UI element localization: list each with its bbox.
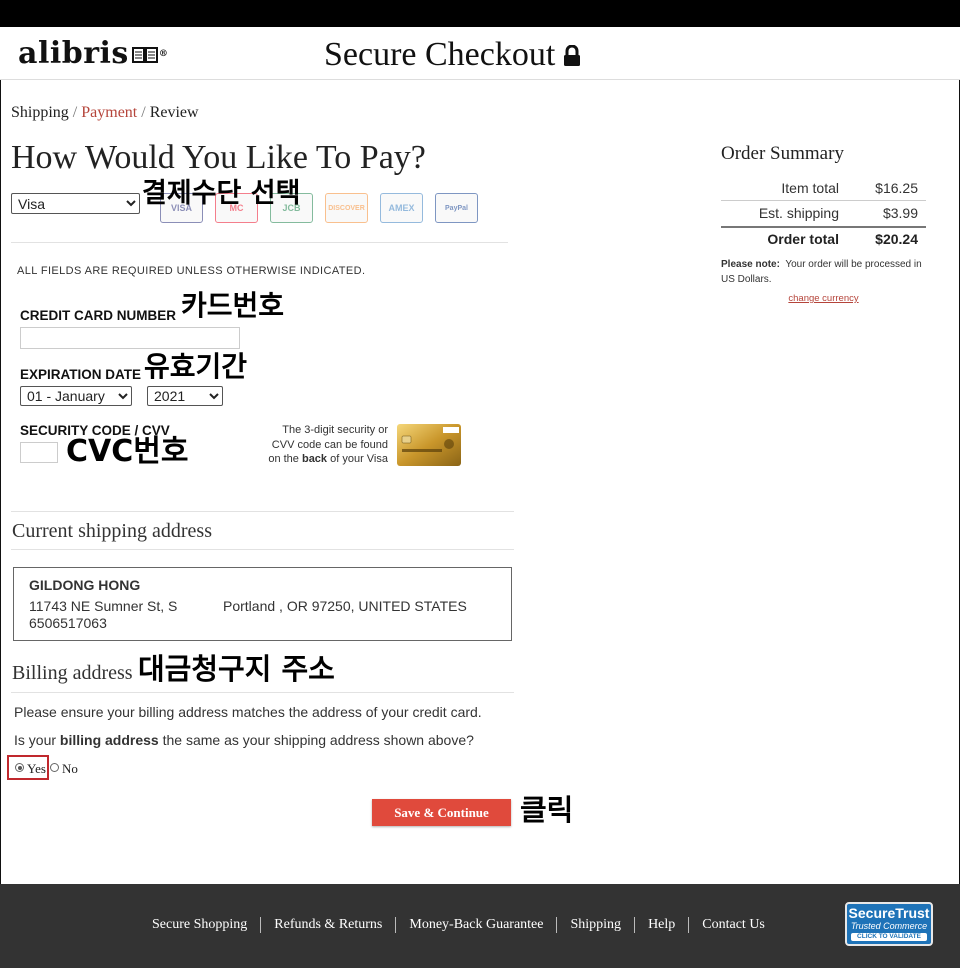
breadcrumb-payment: Payment bbox=[81, 104, 138, 121]
shipping-street: 11743 NE Sumner St, S bbox=[29, 598, 178, 614]
annotation-click: 클릭 bbox=[520, 793, 574, 827]
footer-link-help[interactable]: Help bbox=[648, 917, 675, 933]
security-code-input[interactable] bbox=[20, 442, 58, 463]
annotation-expiration: 유효기간 bbox=[144, 350, 248, 383]
footer-divider bbox=[556, 917, 558, 933]
card-number-input[interactable] bbox=[20, 327, 240, 349]
page-title-text: Secure Checkout bbox=[324, 36, 556, 73]
shipping-heading: Current shipping address bbox=[12, 520, 212, 542]
cvv-help-text-post: of your Visa bbox=[327, 453, 388, 465]
order-total-value: $20.24 bbox=[875, 231, 918, 247]
shipping-phone: 6506517063 bbox=[29, 615, 107, 631]
amex-card-icon: AMEX bbox=[380, 193, 423, 223]
order-total-label: Order total bbox=[767, 231, 839, 247]
shipping-row: Est. shipping $3.99 bbox=[721, 205, 926, 226]
annotation-cvc: CVC번호 bbox=[66, 434, 189, 469]
cvv-help-bold: back bbox=[301, 453, 328, 465]
breadcrumb-separator: / bbox=[72, 104, 78, 121]
footer-links: Secure Shopping Refunds & Returns Money-Ba… bbox=[152, 917, 765, 933]
visa-card-back-image bbox=[397, 424, 463, 473]
badge-line1: SecureTrust bbox=[848, 905, 930, 921]
paypal-icon: PayPal bbox=[435, 193, 478, 223]
currency-note: Please note: Your order will be processe… bbox=[721, 258, 931, 287]
summary-divider bbox=[721, 200, 926, 201]
page-title: Secure Checkout bbox=[324, 35, 581, 75]
order-summary-title: Order Summary bbox=[721, 143, 844, 164]
discover-card-icon: DISCOVER bbox=[325, 193, 368, 223]
top-black-bar bbox=[0, 0, 960, 27]
divider bbox=[11, 511, 514, 512]
badge-line2: Trusted Commerce bbox=[850, 921, 928, 931]
securetrust-badge[interactable]: SecureTrust Trusted Commerce CLICK TO VA… bbox=[845, 902, 933, 946]
expiration-label: EXPIRATION DATE bbox=[20, 367, 142, 382]
registered-mark: ® bbox=[158, 49, 169, 59]
annotation-billing: 대금청구지 주소 bbox=[138, 652, 335, 686]
logo-text: alibris bbox=[18, 36, 129, 71]
footer-link-refunds-returns[interactable]: Refunds & Returns bbox=[274, 917, 382, 933]
lock-icon bbox=[564, 44, 581, 66]
annotation-method: 결제수단 선택 bbox=[142, 178, 301, 209]
billing-yes-radio[interactable] bbox=[15, 763, 24, 772]
divider bbox=[11, 549, 514, 550]
footer-link-shipping[interactable]: Shipping bbox=[570, 917, 621, 933]
card-number-label: CREDIT CARD NUMBER bbox=[20, 308, 176, 323]
cvv-help-line: on the back of your Visa bbox=[262, 452, 388, 467]
annotation-card-number: 카드번호 bbox=[181, 289, 285, 322]
footer-divider bbox=[634, 917, 636, 933]
billing-question: Is your billing address the same as your… bbox=[14, 732, 474, 748]
payment-method-select[interactable]: Visa bbox=[11, 193, 140, 214]
billing-no-label[interactable]: No bbox=[62, 761, 78, 777]
expiration-month-select[interactable]: 01 - January bbox=[20, 386, 132, 406]
cvv-help-text: The 3-digit security or CVV code can be … bbox=[262, 423, 388, 467]
save-continue-button[interactable]: Save & Continue bbox=[372, 799, 511, 826]
required-note: ALL FIELDS ARE REQUIRED UNLESS OTHERWISE… bbox=[17, 265, 366, 277]
shipping-cost-value: $3.99 bbox=[882, 205, 918, 221]
alibris-logo[interactable]: alibris ® bbox=[18, 39, 168, 70]
billing-yes-label[interactable]: Yes bbox=[27, 761, 46, 777]
shipping-city: Portland , OR 97250, UNITED STATES bbox=[223, 598, 467, 614]
cvv-help-text-pre: on the bbox=[268, 453, 302, 465]
breadcrumb: Shipping / Payment / Review bbox=[11, 104, 199, 122]
summary-divider-total bbox=[721, 226, 926, 228]
breadcrumb-separator: / bbox=[141, 104, 146, 121]
expiration-year-select[interactable]: 2021 bbox=[147, 386, 223, 406]
billing-question-bold: billing address bbox=[59, 732, 159, 748]
book-icon bbox=[131, 40, 158, 70]
cvv-help-line: CVV code can be found bbox=[271, 438, 388, 451]
shipping-cost-label: Est. shipping bbox=[758, 205, 839, 221]
billing-no-radio[interactable] bbox=[50, 763, 59, 772]
site-header: alibris ® Secure Checkout bbox=[0, 27, 960, 80]
breadcrumb-shipping[interactable]: Shipping bbox=[11, 104, 69, 121]
breadcrumb-review: Review bbox=[149, 104, 199, 121]
currency-note-bold: Please note: bbox=[721, 259, 780, 270]
footer-link-secure-shopping[interactable]: Secure Shopping bbox=[152, 917, 247, 933]
item-total-label: Item total bbox=[781, 180, 839, 196]
payment-heading: How Would You Like To Pay? bbox=[11, 139, 426, 176]
billing-question-pre: Is your bbox=[14, 732, 60, 748]
footer-link-money-back-guarantee[interactable]: Money-Back Guarantee bbox=[409, 917, 543, 933]
footer-divider bbox=[260, 917, 262, 933]
shipping-name: GILDONG HONG bbox=[29, 577, 141, 593]
billing-question-post: the same as your shipping address shown … bbox=[158, 732, 474, 748]
site-footer: Secure Shopping Refunds & Returns Money-Ba… bbox=[0, 884, 960, 968]
shipping-address-box: GILDONG HONG 11743 NE Sumner St, S Portl… bbox=[13, 567, 512, 641]
item-total-value: $16.25 bbox=[875, 180, 918, 196]
billing-heading: Billing address bbox=[12, 662, 133, 684]
footer-link-contact-us[interactable]: Contact Us bbox=[702, 917, 765, 933]
billing-note: Please ensure your billing address match… bbox=[14, 704, 482, 720]
divider bbox=[11, 692, 514, 693]
footer-divider bbox=[688, 917, 690, 933]
divider bbox=[11, 242, 508, 243]
change-currency-link[interactable]: change currency bbox=[721, 293, 926, 304]
footer-divider bbox=[395, 917, 397, 933]
item-total-row: Item total $16.25 bbox=[721, 180, 926, 201]
order-total-row: Order total $20.24 bbox=[721, 231, 926, 252]
badge-line3: CLICK TO VALIDATE bbox=[851, 933, 927, 941]
cvv-help-line: The 3-digit security or bbox=[282, 424, 388, 436]
